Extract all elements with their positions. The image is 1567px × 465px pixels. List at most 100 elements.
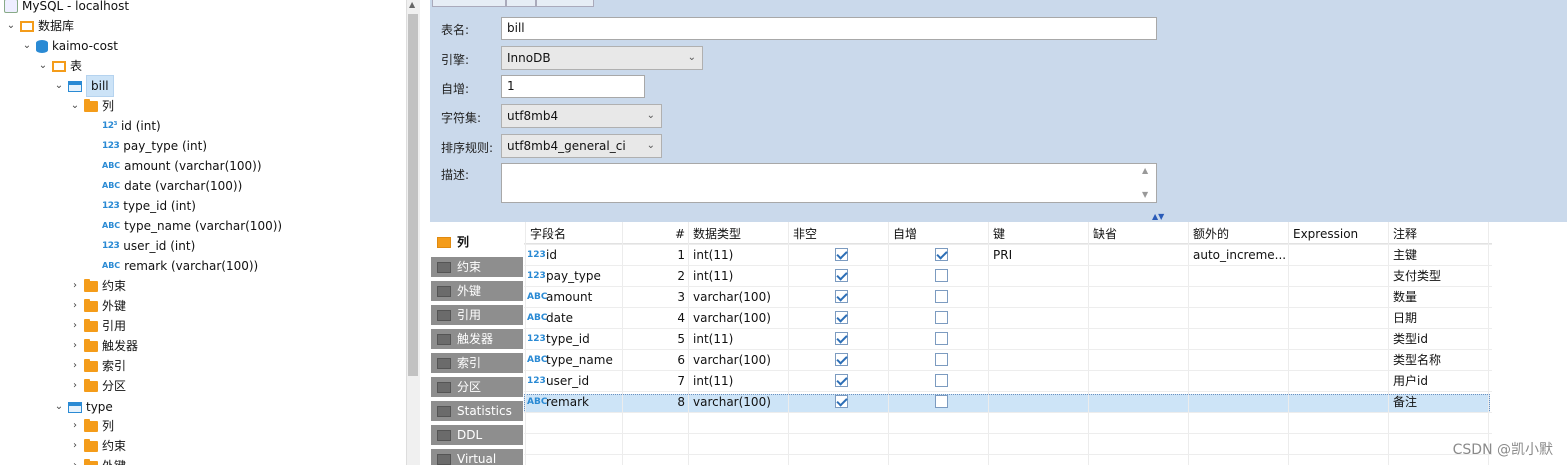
tab-indexes[interactable]: 索引 <box>431 353 523 375</box>
autoinc-checkbox[interactable] <box>935 374 948 387</box>
chevron-down-icon[interactable]: ⌄ <box>52 76 66 96</box>
cell-name[interactable]: remark <box>546 392 622 413</box>
table-name-input[interactable]: bill <box>501 17 1157 40</box>
tab-partitions[interactable]: 分区 <box>431 377 523 399</box>
tab-constraints[interactable]: 约束 <box>431 257 523 279</box>
cell-comment[interactable]: 主键 <box>1393 245 1485 266</box>
scroll-up-arrow-icon[interactable]: ▲ <box>409 0 415 9</box>
cell-extra[interactable] <box>1193 287 1285 308</box>
charset-select[interactable]: utf8mb4 ⌄ <box>501 104 662 128</box>
textarea-scroll-up-icon[interactable]: ▲ <box>1142 166 1148 175</box>
chevron-right-icon[interactable]: › <box>68 416 82 436</box>
autoinc-checkbox[interactable] <box>935 248 948 261</box>
tree-column-item[interactable]: ABC date (varchar(100)) <box>100 176 242 196</box>
cell-num[interactable]: 5 <box>627 329 685 350</box>
editor-tab[interactable] <box>506 0 536 7</box>
notnull-checkbox[interactable] <box>835 269 848 282</box>
cell-num[interactable]: 1 <box>627 245 685 266</box>
tree-node-tables[interactable]: ⌄ 表 <box>36 56 82 76</box>
cell-extra[interactable] <box>1193 308 1285 329</box>
tree-scrollbar-thumb[interactable] <box>408 14 418 376</box>
cell-expr[interactable] <box>1293 308 1385 329</box>
cell-num[interactable]: 3 <box>627 287 685 308</box>
cell-name[interactable]: type_id <box>546 329 622 350</box>
cell-extra[interactable] <box>1193 371 1285 392</box>
tab-ddl[interactable]: DDL <box>431 425 523 447</box>
cell-comment[interactable]: 类型id <box>1393 329 1485 350</box>
cell-extra[interactable] <box>1193 350 1285 371</box>
tree-node-type-constraints[interactable]: › 约束 <box>68 436 126 456</box>
chevron-down-icon[interactable]: ⌄ <box>36 56 50 76</box>
chevron-down-icon[interactable]: ⌄ <box>20 36 34 56</box>
chevron-right-icon[interactable]: › <box>68 316 82 336</box>
cell-type[interactable]: varchar(100) <box>693 287 785 308</box>
column-header[interactable]: 数据类型 <box>693 224 785 245</box>
cell-key[interactable]: PRI <box>993 245 1085 266</box>
autoinc-checkbox[interactable] <box>935 395 948 408</box>
cell-default[interactable] <box>1093 245 1185 266</box>
cell-num[interactable]: 4 <box>627 308 685 329</box>
cell-key[interactable] <box>993 329 1085 350</box>
autoinc-checkbox[interactable] <box>935 269 948 282</box>
chevron-down-icon[interactable]: ⌄ <box>52 397 66 417</box>
column-header[interactable]: 非空 <box>793 224 885 245</box>
chevron-down-icon[interactable]: ⌄ <box>68 96 82 116</box>
cell-key[interactable] <box>993 308 1085 329</box>
cell-type[interactable]: int(11) <box>693 371 785 392</box>
tree-node-table-bill[interactable]: ⌄ bill <box>52 75 114 97</box>
cell-num[interactable]: 2 <box>627 266 685 287</box>
tree-node-databases[interactable]: ⌄ 数据库 <box>4 16 74 36</box>
tree-node-host[interactable]: MySQL - localhost <box>2 0 129 16</box>
editor-tab[interactable] <box>536 0 594 7</box>
autoinc-checkbox[interactable] <box>935 290 948 303</box>
cell-extra[interactable]: auto_increme... <box>1193 245 1285 266</box>
tree-node-type-foreign-keys[interactable]: › 外键 <box>68 456 126 465</box>
chevron-down-icon[interactable]: ⌄ <box>4 16 18 36</box>
notnull-checkbox[interactable] <box>835 332 848 345</box>
tree-node-triggers[interactable]: › 触发器 <box>68 336 138 356</box>
engine-select[interactable]: InnoDB ⌄ <box>501 46 703 70</box>
textarea-scroll-down-icon[interactable]: ▼ <box>1142 190 1148 199</box>
cell-name[interactable]: type_name <box>546 350 622 371</box>
tree-column-item[interactable]: 12³ id (int) <box>100 116 161 136</box>
tree-node-constraints[interactable]: › 约束 <box>68 276 126 296</box>
notnull-checkbox[interactable] <box>835 290 848 303</box>
cell-comment[interactable]: 支付类型 <box>1393 266 1485 287</box>
cell-comment[interactable]: 类型名称 <box>1393 350 1485 371</box>
cell-default[interactable] <box>1093 308 1185 329</box>
notnull-checkbox[interactable] <box>835 353 848 366</box>
cell-name[interactable]: user_id <box>546 371 622 392</box>
cell-num[interactable]: 8 <box>627 392 685 413</box>
cell-type[interactable]: varchar(100) <box>693 308 785 329</box>
cell-key[interactable] <box>993 371 1085 392</box>
cell-default[interactable] <box>1093 350 1185 371</box>
tree-column-item[interactable]: 123 type_id (int) <box>100 196 196 216</box>
cell-comment[interactable]: 数量 <box>1393 287 1485 308</box>
notnull-checkbox[interactable] <box>835 374 848 387</box>
autoinc-input[interactable]: 1 <box>501 75 645 98</box>
cell-expr[interactable] <box>1293 245 1385 266</box>
cell-expr[interactable] <box>1293 371 1385 392</box>
tree-node-db[interactable]: ⌄ kaimo-cost <box>20 36 118 56</box>
column-header[interactable]: 自增 <box>893 224 985 245</box>
cell-type[interactable]: int(11) <box>693 329 785 350</box>
chevron-right-icon[interactable]: › <box>68 336 82 356</box>
cell-expr[interactable] <box>1293 329 1385 350</box>
description-textarea[interactable] <box>501 163 1157 203</box>
tree-node-type-columns[interactable]: › 列 <box>68 416 114 436</box>
tree-node-table-type[interactable]: ⌄ type <box>52 397 113 417</box>
cell-num[interactable]: 6 <box>627 350 685 371</box>
chevron-right-icon[interactable]: › <box>68 376 82 396</box>
cell-extra[interactable] <box>1193 329 1285 350</box>
cell-expr[interactable] <box>1293 350 1385 371</box>
column-header[interactable]: 字段名 <box>530 224 619 245</box>
tab-triggers[interactable]: 触发器 <box>431 329 523 351</box>
cell-type[interactable]: varchar(100) <box>693 392 785 413</box>
chevron-right-icon[interactable]: › <box>68 276 82 296</box>
tree-node-partitions[interactable]: › 分区 <box>68 376 126 396</box>
tree-column-item[interactable]: 123 pay_type (int) <box>100 136 207 156</box>
chevron-right-icon[interactable]: › <box>68 296 82 316</box>
tab-virtual[interactable]: Virtual <box>431 449 523 465</box>
column-header[interactable]: Expression <box>1293 224 1385 245</box>
cell-extra[interactable] <box>1193 266 1285 287</box>
